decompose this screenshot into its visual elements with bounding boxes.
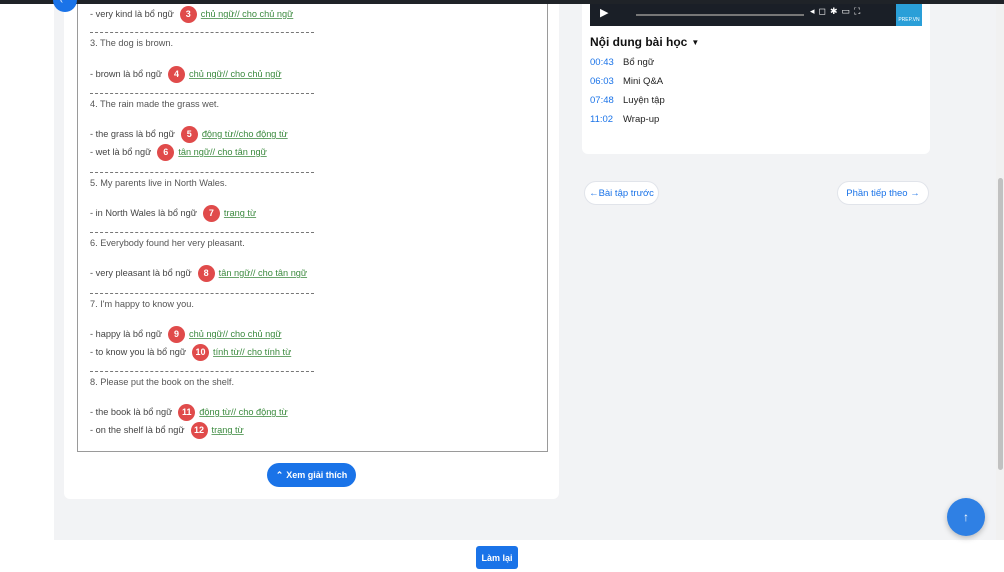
- line-text: 5. My parents live in North Wales.: [90, 178, 228, 188]
- answer-text: chủ ngữ// cho chủ ngữ: [189, 69, 282, 79]
- explanation-box: - very kind là bổ ngữ 3 chủ ngữ// cho chủ …: [77, 4, 548, 452]
- line-text: - the grass là bổ ngữ: [90, 129, 175, 139]
- answer-number-badge: 6: [157, 143, 175, 161]
- lesson-content-dropdown[interactable]: Nội dung bài học ▼: [590, 35, 699, 49]
- previous-exercise-button[interactable]: ←Bài tập trước: [584, 181, 659, 205]
- answer-text: động từ//cho động từ: [201, 129, 288, 139]
- line-text: - very kind là bổ ngữ: [90, 9, 174, 19]
- answer-line: - very kind là bổ ngữ 3 chủ ngữ// cho chủ …: [90, 5, 293, 23]
- retry-button[interactable]: Làm lại: [476, 546, 518, 569]
- answer-number-badge: 4: [168, 65, 186, 83]
- line-text: - to know you là bổ ngữ: [90, 347, 187, 357]
- question-line: 7. I'm happy to know you.: [90, 295, 194, 313]
- lesson-item[interactable]: 07:48 Luyện tập: [590, 95, 665, 106]
- video-logo: PREP.VN: [896, 4, 922, 26]
- answer-number-badge: 10: [192, 343, 210, 361]
- answer-text: tân ngữ// cho tân ngữ: [218, 268, 308, 278]
- caret-down-icon: ▼: [691, 37, 700, 47]
- line-text: - the book là bổ ngữ: [90, 407, 173, 417]
- next-part-label: Phần tiếp theo →: [846, 187, 920, 199]
- separator-line: [90, 371, 314, 372]
- video-control-icons[interactable]: ◂◻✱▭⛶: [810, 6, 864, 17]
- answer-number-badge: 7: [202, 204, 220, 222]
- right-gutter: [938, 4, 996, 540]
- answer-line: - very pleasant là bổ ngữ 8 tân ngữ// cho …: [90, 264, 307, 282]
- question-line: 3. The dog is brown.: [90, 34, 173, 52]
- arrow-up-icon: ↑: [963, 510, 969, 524]
- answer-line: - happy là bổ ngữ 9 chủ ngữ// cho chủ ngữ: [90, 325, 282, 343]
- lesson-item[interactable]: 00:43 Bổ ngữ: [590, 57, 654, 68]
- lesson-item-time[interactable]: 06:03: [590, 76, 623, 87]
- chevron-left-icon: ‹: [60, 0, 63, 5]
- line-text: - in North Wales là bổ ngữ: [90, 208, 197, 218]
- answer-number-badge: 5: [180, 125, 198, 143]
- left-gutter: [0, 4, 54, 540]
- answer-line: - on the shelf là bổ ngữ 12 trạng từ: [90, 421, 244, 439]
- line-text: - on the shelf là bổ ngữ: [90, 425, 185, 435]
- answer-text: chủ ngữ// cho chủ ngữ: [189, 329, 282, 339]
- answer-text: trạng từ: [211, 425, 244, 435]
- answer-number-badge: 9: [168, 325, 186, 343]
- line-text: - brown là bổ ngữ: [90, 69, 163, 79]
- line-text: 6. Everybody found her very pleasant.: [90, 238, 245, 248]
- line-text: - very pleasant là bổ ngữ: [90, 268, 192, 278]
- question-line: 6. Everybody found her very pleasant.: [90, 234, 245, 252]
- answer-line: - wet là bổ ngữ 6 tân ngữ// cho tân ngữ: [90, 143, 267, 161]
- answer-number-badge: 11: [178, 403, 196, 421]
- answer-number-badge: 3: [179, 5, 197, 23]
- line-text: - wet là bổ ngữ: [90, 147, 152, 157]
- lesson-item-time[interactable]: 07:48: [590, 95, 623, 106]
- answer-text: động từ// cho động từ: [199, 407, 288, 417]
- video-progress-bar[interactable]: [636, 14, 804, 16]
- chevron-up-icon: ⌃: [275, 469, 284, 480]
- answer-line: - to know you là bổ ngữ 10 tính từ// cho t…: [90, 343, 291, 361]
- line-text: 3. The dog is brown.: [90, 38, 174, 48]
- previous-exercise-label: ←Bài tập trước: [589, 187, 654, 199]
- separator-line: [90, 172, 314, 173]
- answer-line: - the book là bổ ngữ 11 động từ// cho động…: [90, 403, 288, 421]
- separator-line: [90, 293, 314, 294]
- separator-line: [90, 32, 314, 33]
- question-line: 5. My parents live in North Wales.: [90, 174, 227, 192]
- retry-label: Làm lại: [481, 552, 513, 563]
- scroll-to-top-button[interactable]: ↑: [947, 498, 985, 536]
- line-text: - happy là bổ ngữ: [90, 329, 163, 339]
- lesson-item-name: Bổ ngữ: [623, 57, 655, 68]
- question-line: 8. Please put the book on the shelf.: [90, 373, 234, 391]
- view-explanation-button[interactable]: ⌃ Xem giải thích: [267, 463, 356, 487]
- lesson-item-time[interactable]: 11:02: [590, 114, 623, 125]
- answer-line: - brown là bổ ngữ 4 chủ ngữ// cho chủ ngữ: [90, 65, 282, 83]
- view-explanation-label: Xem giải thích: [286, 470, 348, 480]
- separator-line: [90, 232, 314, 233]
- answer-line: - in North Wales là bổ ngữ 7 trạng từ: [90, 204, 256, 222]
- scrollbar-thumb[interactable]: [998, 178, 1003, 470]
- line-text: 4. The rain made the grass wet.: [90, 99, 220, 109]
- lesson-item[interactable]: 06:03 Mini Q&A: [590, 76, 663, 87]
- lesson-item-name: Luyện tập: [623, 95, 665, 106]
- line-text: 7. I'm happy to know you.: [90, 299, 194, 309]
- line-text: 8. Please put the book on the shelf.: [90, 377, 235, 387]
- answer-text: trạng từ: [223, 208, 257, 218]
- lesson-item-time[interactable]: 00:43: [590, 57, 623, 68]
- lesson-item-name: Wrap-up: [623, 114, 660, 125]
- question-line: 4. The rain made the grass wet.: [90, 95, 219, 113]
- lesson-item-name: Mini Q&A: [623, 76, 664, 87]
- lesson-item[interactable]: 11:02 Wrap-up: [590, 114, 659, 125]
- answer-line: - the grass là bổ ngữ 5 động từ//cho động …: [90, 125, 288, 143]
- answer-text: tính từ// cho tính từ: [213, 347, 292, 357]
- answer-text: tân ngữ// cho tân ngữ: [178, 147, 267, 157]
- answer-number-badge: 12: [190, 421, 208, 439]
- lesson-content-title: Nội dung bài học: [590, 35, 688, 49]
- separator-line: [90, 93, 314, 94]
- answer-text: chủ ngữ// cho chủ ngữ: [200, 9, 294, 19]
- play-icon[interactable]: ▶: [600, 6, 608, 19]
- answer-number-badge: 8: [197, 264, 215, 282]
- next-part-button[interactable]: Phần tiếp theo →: [837, 181, 929, 205]
